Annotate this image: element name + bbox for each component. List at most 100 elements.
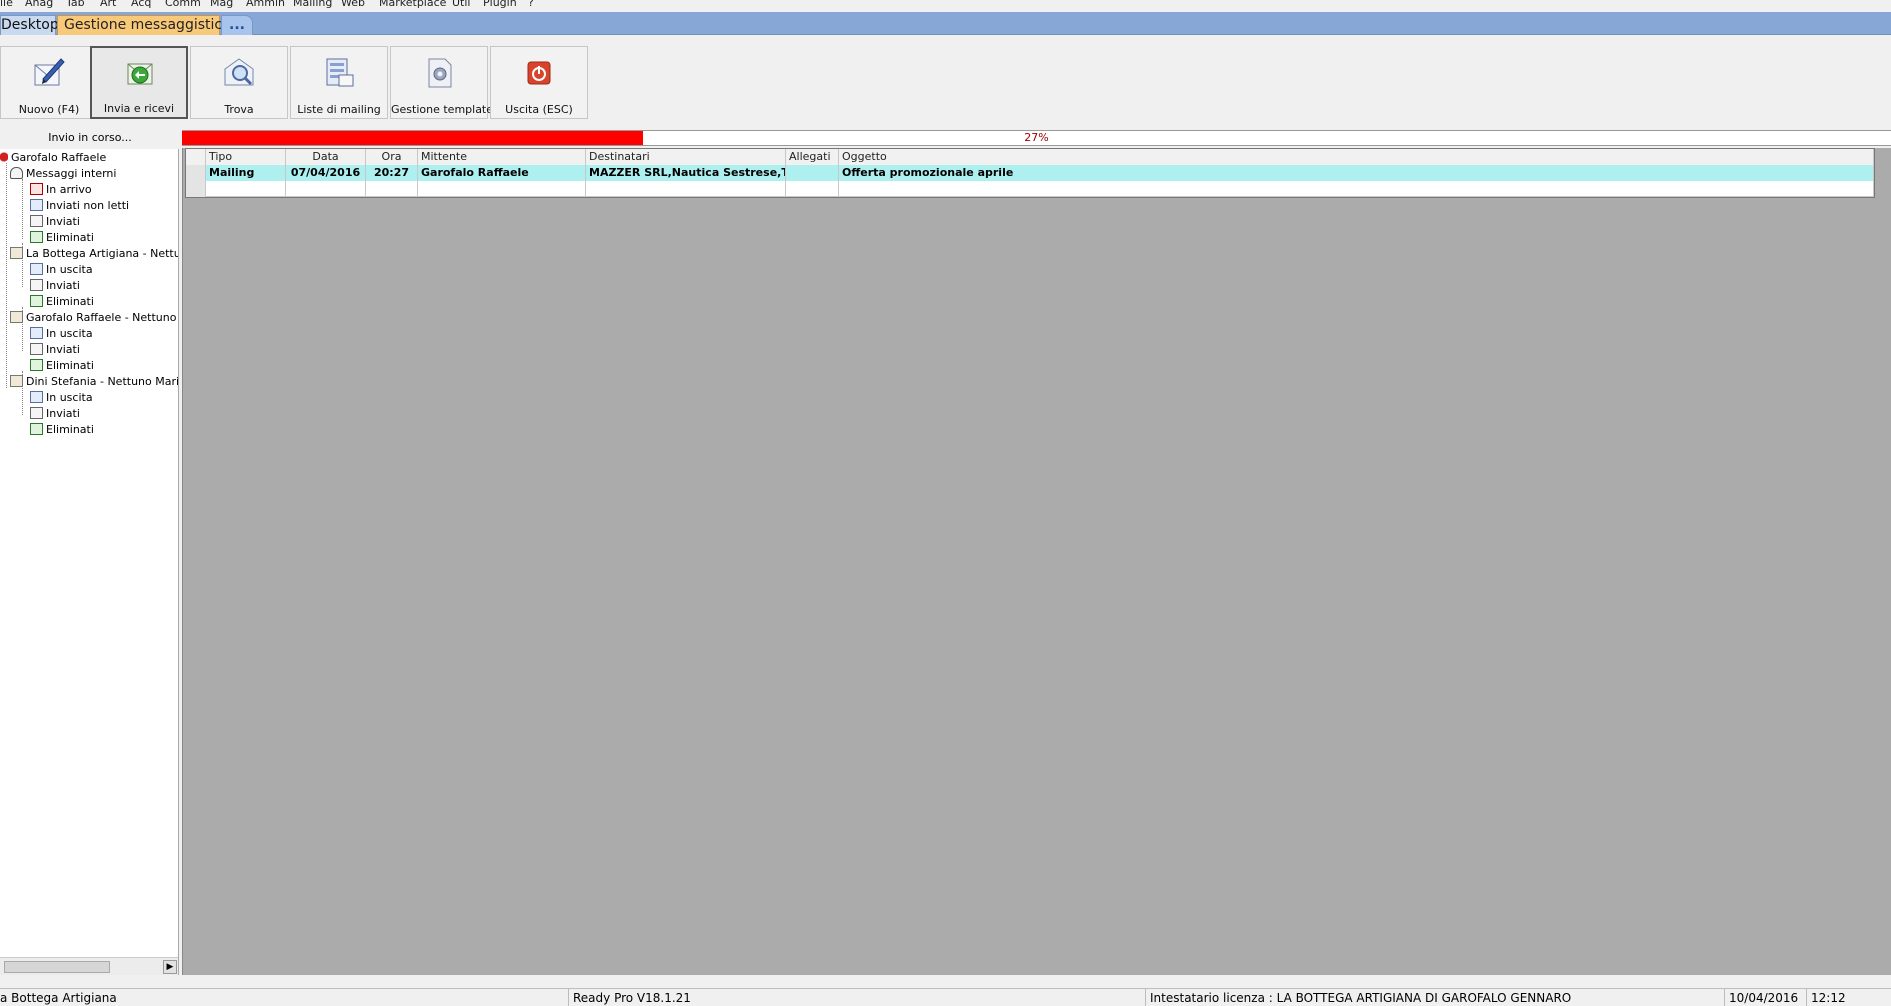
cell-empty	[366, 181, 418, 197]
tab-more[interactable]: ...	[221, 15, 253, 35]
uscita-button[interactable]: Uscita (ESC)	[490, 46, 588, 119]
col-mittente-header[interactable]: Mittente	[418, 149, 586, 165]
liste-mailing-button[interactable]: Liste di mailing	[290, 46, 388, 119]
tree-in-uscita-label: In uscita	[46, 263, 93, 276]
trova-button[interactable]: Trova	[190, 46, 288, 119]
cell-mittente: Garofalo Raffaele	[418, 165, 586, 181]
cell-empty	[286, 181, 366, 197]
menu-util[interactable]: Util	[452, 0, 470, 9]
power-icon	[527, 61, 551, 85]
tree-item-in-uscita[interactable]: In uscita	[30, 262, 93, 277]
col-destinatari-header[interactable]: Destinatari	[586, 149, 786, 165]
table-row-empty[interactable]	[186, 181, 1874, 197]
col-oggetto-header[interactable]: Oggetto	[839, 149, 1874, 165]
user-icon	[0, 151, 8, 163]
menu-bar: ile Anag Tab Art Acq Comm Mag Ammin Mail…	[0, 0, 1891, 10]
message-grid: Tipo Data Ora Mittente Destinatari Alleg…	[185, 148, 1875, 198]
scrollbar-thumb[interactable]	[4, 961, 110, 973]
tree-horizontal-scrollbar[interactable]: ▶	[0, 957, 178, 975]
menu-art[interactable]: Art	[100, 0, 116, 9]
tree-item-inviati[interactable]: Inviati	[30, 214, 80, 229]
col-ora-header[interactable]: Ora	[366, 149, 418, 165]
scroll-right-arrow-icon[interactable]: ▶	[163, 960, 177, 974]
sent-icon	[30, 407, 43, 419]
sent-icon	[30, 343, 43, 355]
status-company: a Bottega Artigiana	[0, 991, 117, 1005]
menu-mailing[interactable]: Mailing	[293, 0, 332, 9]
cell-tipo: Mailing	[206, 165, 286, 181]
menu-acq[interactable]: Acq	[131, 0, 151, 9]
tree-account-garofalo[interactable]: Garofalo Raffaele - Nettuno Ma	[10, 310, 178, 325]
tree-item-inviati[interactable]: Inviati	[30, 278, 80, 293]
invia-ricevi-button[interactable]: Invia e ricevi	[90, 46, 188, 119]
menu-ammin[interactable]: Ammin	[246, 0, 285, 9]
menu-file[interactable]: ile	[0, 0, 13, 9]
tree-in-uscita-label: In uscita	[46, 327, 93, 340]
tree-item-in-uscita[interactable]: In uscita	[30, 390, 93, 405]
menu-web[interactable]: Web	[341, 0, 365, 9]
col-data-header[interactable]: Data	[286, 149, 366, 165]
tree-account-bottega[interactable]: La Bottega Artigiana - Nettuno	[10, 246, 179, 261]
cell-empty	[839, 181, 1874, 197]
status-date: 10/04/2016	[1724, 989, 1806, 1006]
tree-eliminati-label: Eliminati	[46, 423, 94, 436]
tree-eliminati-label: Eliminati	[46, 231, 94, 244]
mail-account-icon	[10, 247, 23, 259]
gestione-template-button[interactable]: Gestione template	[390, 46, 494, 119]
tree-account-bottega-label: La Bottega Artigiana - Nettuno	[26, 247, 179, 260]
col-allegati-header[interactable]: Allegati	[786, 149, 839, 165]
tree-account-garofalo-label: Garofalo Raffaele - Nettuno Ma	[26, 311, 178, 324]
progress-percent: 27%	[1024, 131, 1049, 144]
new-message-icon	[34, 58, 65, 86]
menu-anag[interactable]: Anag	[25, 0, 53, 9]
tree-item-eliminati[interactable]: Eliminati	[30, 358, 94, 373]
cell-empty	[586, 181, 786, 197]
cell-oggetto: Offerta promozionale aprile	[839, 165, 1874, 181]
toolbar: Nuovo (F4) Invia e ricevi Trova Liste di…	[0, 36, 1891, 122]
mail-account-icon	[10, 375, 23, 387]
row-indicator	[186, 181, 206, 197]
row-indicator-header	[186, 149, 206, 165]
mail-account-icon	[10, 311, 23, 323]
outbox-icon	[30, 327, 43, 339]
menu-comm[interactable]: Comm	[165, 0, 201, 9]
tree-item-inviati[interactable]: Inviati	[30, 406, 80, 421]
cell-ora: 20:27	[366, 165, 418, 181]
tab-gestione-messaggistica[interactable]: Gestione messaggistica	[57, 15, 231, 35]
tree-item-in-uscita[interactable]: In uscita	[30, 326, 93, 341]
tree-item-eliminati[interactable]: Eliminati	[30, 422, 94, 437]
tree-inviati-label: Inviati	[46, 407, 80, 420]
cell-empty	[786, 181, 839, 197]
tree-item-eliminati[interactable]: Eliminati	[30, 230, 94, 245]
tree-messaggi-interni[interactable]: Messaggi interni	[10, 166, 116, 181]
cell-empty	[206, 181, 286, 197]
tree-item-eliminati[interactable]: Eliminati	[30, 294, 94, 309]
deleted-icon	[30, 359, 43, 371]
tree-item-inviati-non-letti[interactable]: Inviati non letti	[30, 198, 129, 213]
tree-messaggi-interni-label: Messaggi interni	[26, 167, 117, 180]
table-row[interactable]: Mailing 07/04/2016 20:27 Garofalo Raffae…	[186, 165, 1874, 181]
message-grid-area: Tipo Data Ora Mittente Destinatari Alleg…	[182, 148, 1891, 975]
menu-help[interactable]: ?	[528, 0, 534, 9]
tree-root[interactable]: Garofalo Raffaele	[0, 150, 106, 165]
status-license: Intestatario licenza : LA BOTTEGA ARTIGI…	[1145, 989, 1724, 1006]
folder-tree[interactable]: Garofalo Raffaele Messaggi interni In ar…	[0, 149, 179, 975]
col-tipo-header[interactable]: Tipo	[206, 149, 286, 165]
tree-item-in-arrivo[interactable]: In arrivo	[30, 182, 92, 197]
tab-desktop[interactable]: Desktop	[0, 15, 59, 35]
nuovo-button[interactable]: Nuovo (F4)	[0, 46, 98, 119]
menu-tab[interactable]: Tab	[66, 0, 85, 9]
inbox-icon	[30, 183, 43, 195]
tree-in-arrivo-label: In arrivo	[46, 183, 92, 196]
tree-account-dini[interactable]: Dini Stefania - Nettuno Marine	[10, 374, 179, 389]
deleted-icon	[30, 295, 43, 307]
send-receive-icon	[127, 63, 153, 85]
cell-empty	[418, 181, 586, 197]
tree-item-inviati[interactable]: Inviati	[30, 342, 80, 357]
row-indicator	[186, 165, 206, 181]
menu-marketplace[interactable]: Marketplace	[379, 0, 446, 9]
tree-account-dini-label: Dini Stefania - Nettuno Marine	[26, 375, 179, 388]
menu-mag[interactable]: Mag	[210, 0, 233, 9]
gestione-template-label: Gestione template	[391, 103, 494, 116]
menu-plugin[interactable]: Plugin	[483, 0, 517, 9]
